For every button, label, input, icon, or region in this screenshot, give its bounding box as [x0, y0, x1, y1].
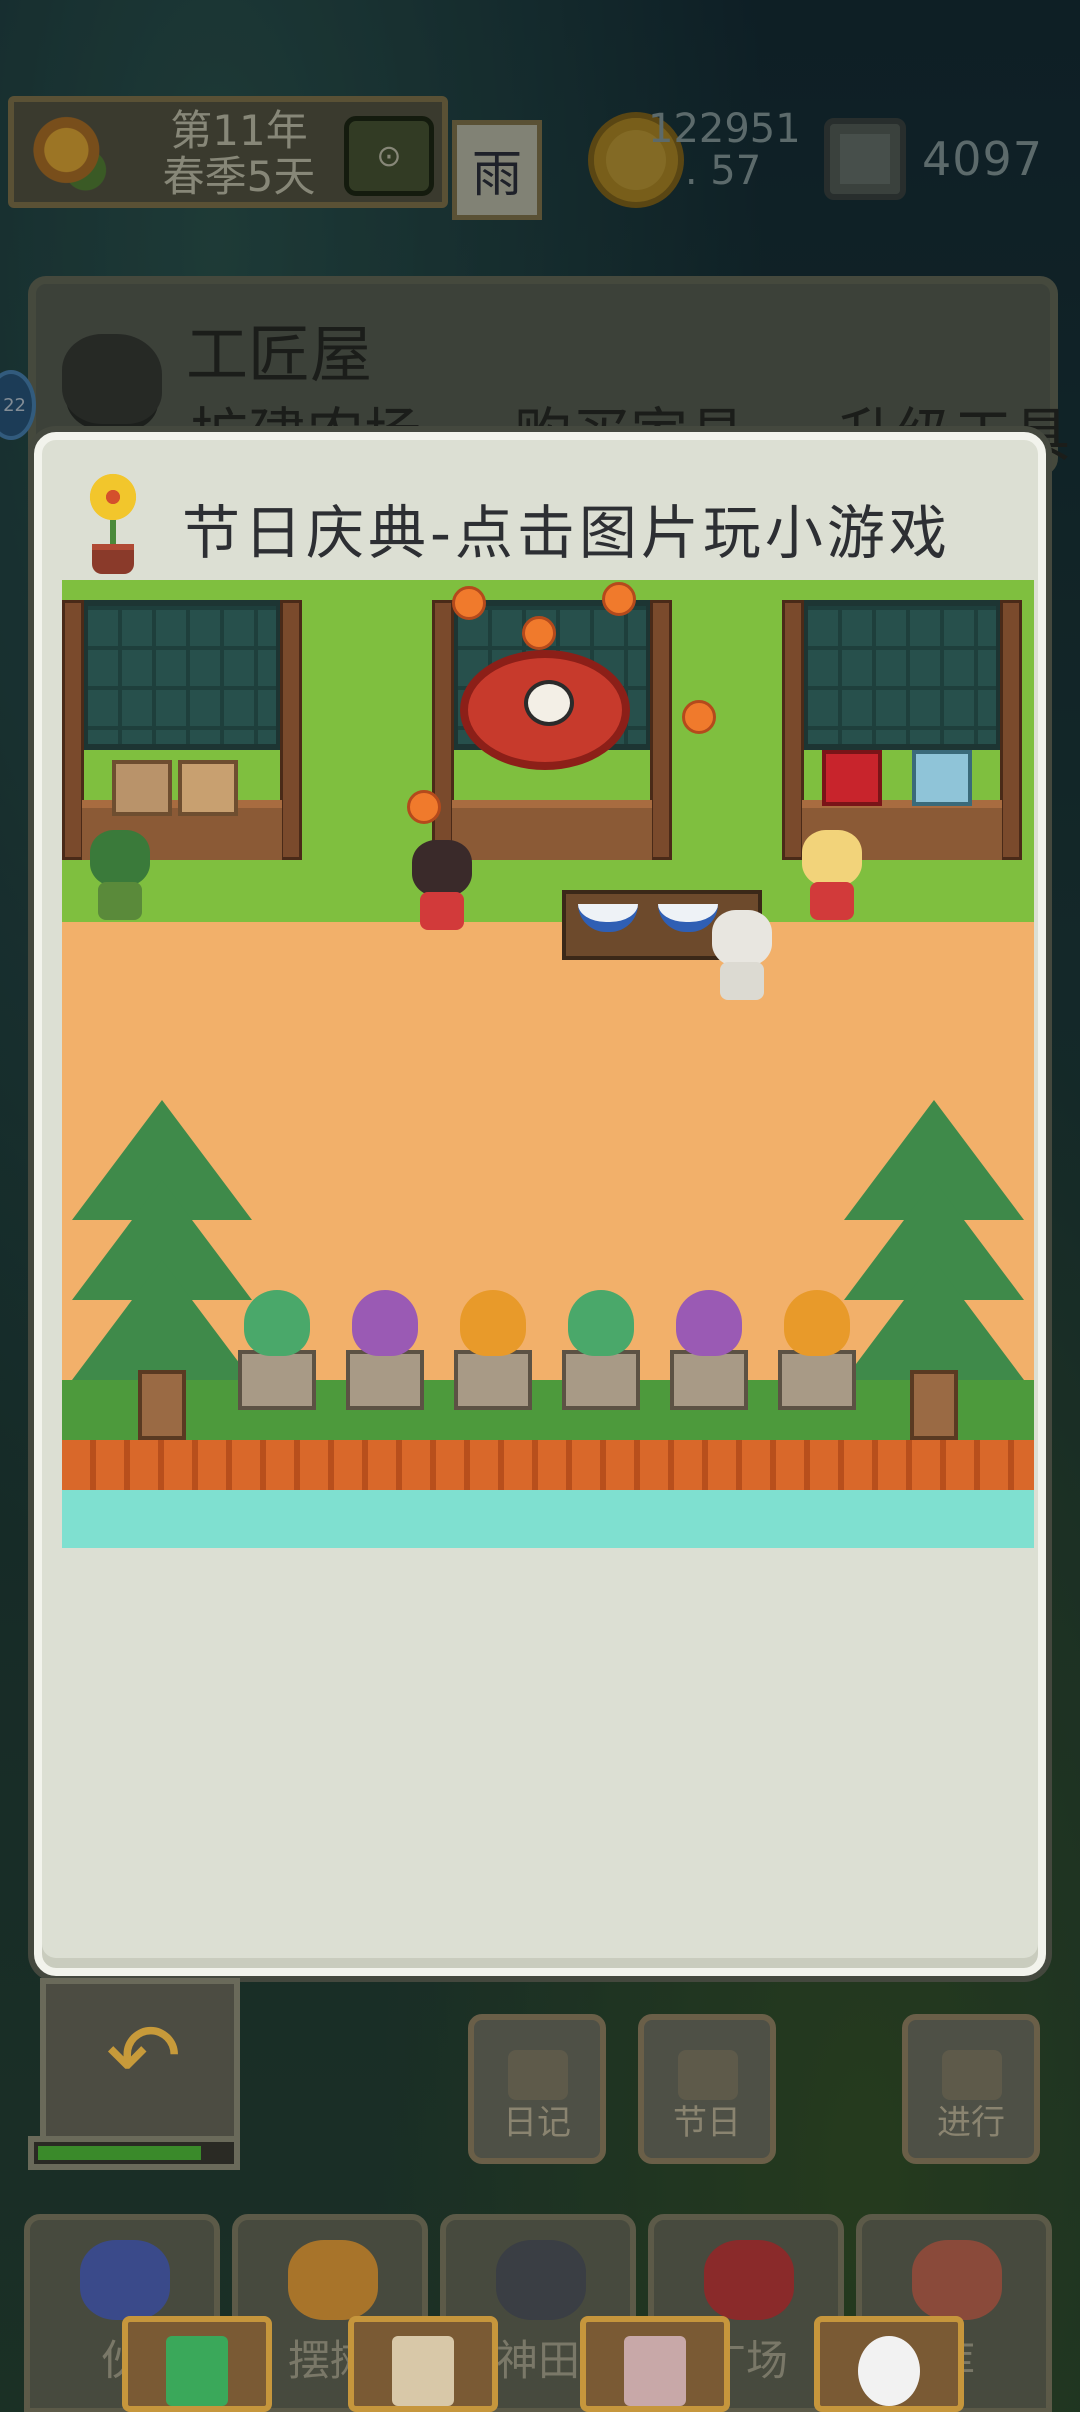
proceed-label: 进行	[937, 2103, 1005, 2143]
left-stall	[62, 600, 302, 860]
planter	[778, 1350, 856, 1410]
lantern-icon	[682, 700, 716, 734]
villager-blonde	[792, 830, 872, 920]
book-icon	[508, 2050, 568, 2100]
watering-can-icon	[496, 2240, 586, 2320]
seed-pack-icon	[392, 2336, 454, 2406]
purple-flower-icon	[352, 1290, 418, 1356]
planter	[670, 1350, 748, 1410]
quick-slot[interactable]	[348, 2316, 498, 2412]
orange-flower-icon	[460, 1290, 526, 1356]
right-stall	[782, 600, 1022, 860]
house-icon	[912, 2240, 1002, 2320]
stamina-bar	[28, 2136, 240, 2170]
quick-slot[interactable]	[814, 2316, 964, 2412]
scene-dirt-edge	[62, 910, 1034, 950]
undo-arrow-icon: ↶	[106, 2004, 182, 2109]
stamina-fill	[38, 2146, 202, 2160]
proceed-button[interactable]: 进行	[902, 2014, 1040, 2164]
potted-flower-icon	[80, 470, 146, 580]
star-icon	[678, 2050, 738, 2100]
dialog-header: 节日庆典-点击图片玩小游戏	[42, 440, 1038, 580]
basket-icon	[288, 2240, 378, 2320]
pine-tree-left	[72, 1100, 252, 1440]
red-flower-icon	[704, 2240, 794, 2320]
cactus-icon	[568, 1290, 634, 1356]
quick-slot[interactable]	[122, 2316, 272, 2412]
lantern-icon	[602, 582, 636, 616]
ghost-icon	[858, 2336, 920, 2406]
villager-shrine-maiden	[402, 840, 482, 930]
lantern-icon	[452, 586, 486, 620]
diary-label: 日记	[503, 2103, 571, 2143]
dialog-title: 节日庆典-点击图片玩小游戏	[182, 499, 951, 567]
planter	[346, 1350, 424, 1410]
noodle-sign	[460, 650, 630, 770]
planter	[238, 1350, 316, 1410]
water	[62, 1490, 1034, 1548]
seed-pack-icon	[166, 2336, 228, 2406]
villager-silver-hair	[702, 910, 782, 1000]
blue-flower-icon	[80, 2240, 170, 2320]
planter	[454, 1350, 532, 1410]
festival-label: 节日	[673, 2103, 741, 2143]
seed-pack-icon	[624, 2336, 686, 2406]
fast-forward-icon	[942, 2050, 1002, 2100]
purple-flower-icon	[676, 1290, 742, 1356]
lantern-icon	[407, 790, 441, 824]
bottom-controls: ↶ 日记 节日 进行 伙 摆摊 神田 广场 库	[0, 1978, 1080, 2412]
orange-flower-icon	[784, 1290, 850, 1356]
festival-dialog: 节日庆典-点击图片玩小游戏	[34, 432, 1046, 1976]
pine-tree-right	[844, 1100, 1024, 1440]
villager-green	[80, 830, 160, 920]
quick-slot[interactable]	[580, 2316, 730, 2412]
festival-button[interactable]: 节日	[638, 2014, 776, 2164]
undo-card[interactable]: ↶	[40, 1978, 240, 2148]
planter	[562, 1350, 640, 1410]
diary-button[interactable]: 日记	[468, 2014, 606, 2164]
cactus-icon	[244, 1290, 310, 1356]
festival-scene-image[interactable]	[62, 580, 1034, 1548]
lantern-icon	[522, 616, 556, 650]
